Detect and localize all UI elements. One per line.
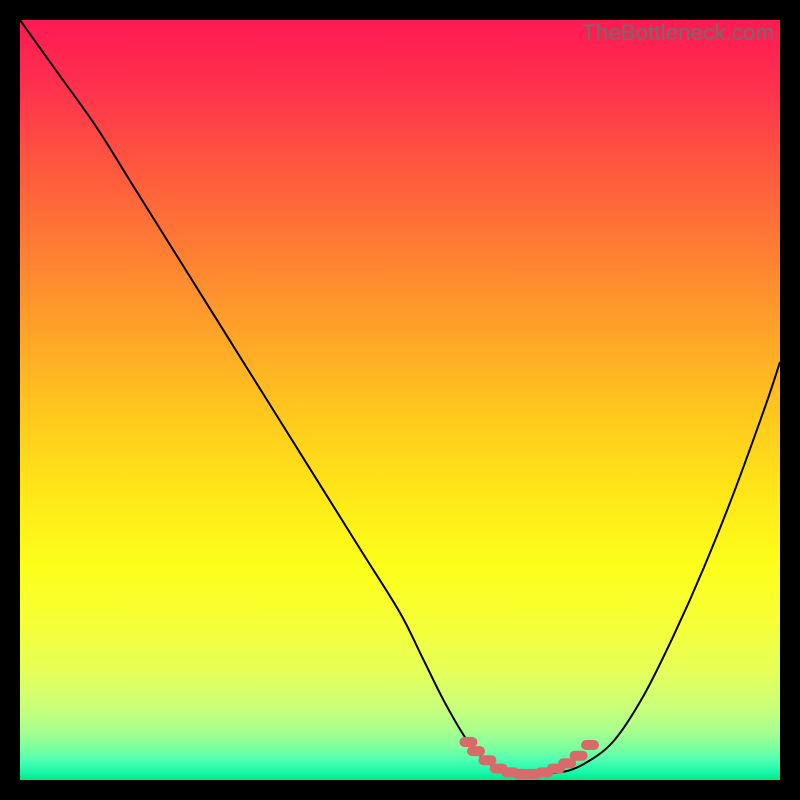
optimal-marker (570, 751, 588, 761)
optimal-marker (467, 746, 485, 756)
optimal-marker (478, 755, 496, 765)
bottleneck-chart (20, 20, 780, 780)
gradient-background (20, 20, 780, 780)
optimal-marker (581, 740, 599, 750)
chart-frame: TheBottleneck.com (20, 20, 780, 780)
watermark-text: TheBottleneck.com (582, 20, 774, 46)
optimal-marker (459, 737, 477, 747)
